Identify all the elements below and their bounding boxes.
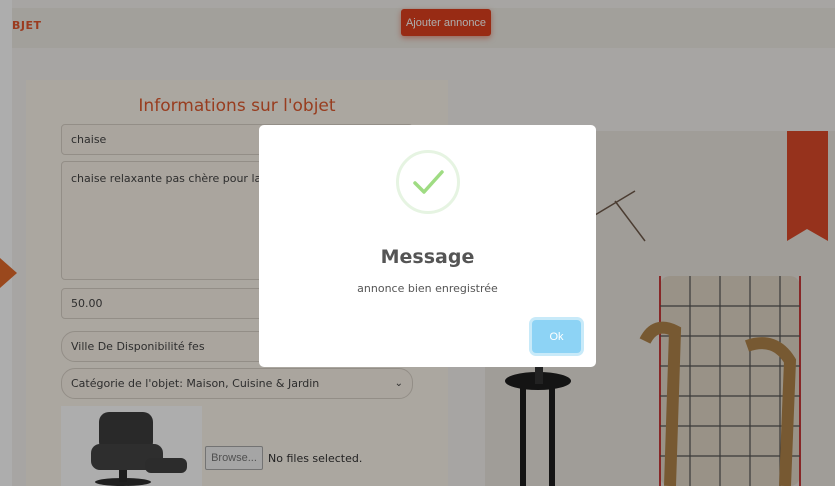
dialog-title: Message xyxy=(380,246,475,268)
message-dialog: Message annonce bien enregistrée Ok xyxy=(259,125,596,367)
dialog-text: annonce bien enregistrée xyxy=(357,282,498,295)
checkmark-icon xyxy=(413,170,444,194)
page: BJET Ajouter annonce Informations sur l'… xyxy=(0,0,835,486)
ok-button[interactable]: Ok xyxy=(532,320,581,353)
success-icon xyxy=(396,150,460,214)
